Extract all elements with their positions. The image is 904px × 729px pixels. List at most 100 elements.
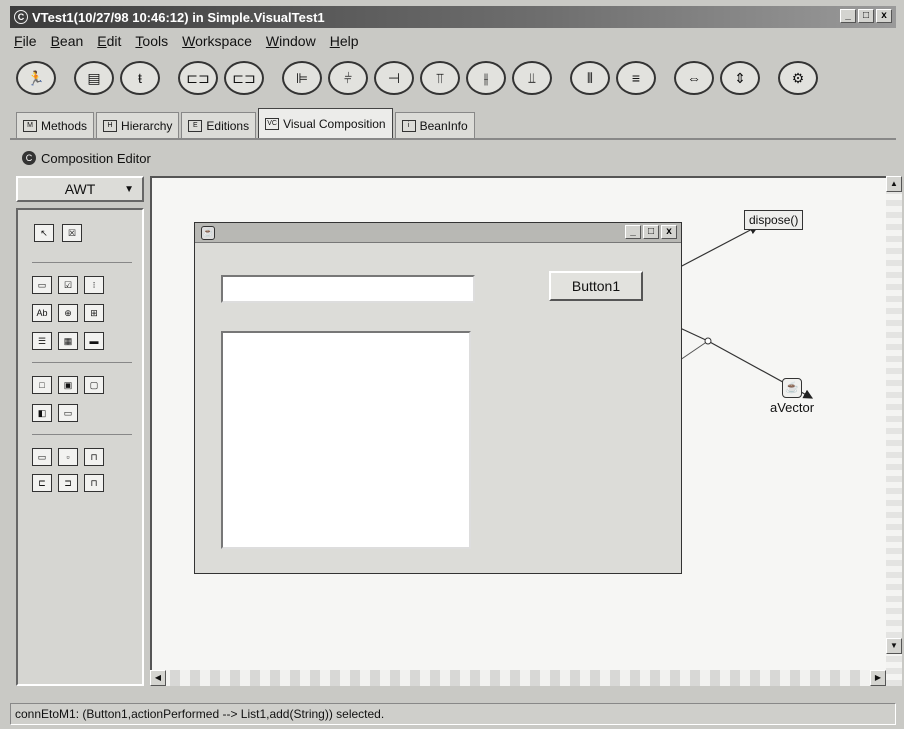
class-icon: C: [22, 151, 36, 165]
dialog-bean-icon[interactable]: ▢: [84, 376, 104, 394]
menu-file[interactable]: File: [14, 33, 37, 49]
checkbox-group-bean-icon[interactable]: ⁝: [84, 276, 104, 294]
composition-editor-header: C Composition Editor: [22, 148, 151, 168]
tab-label: Editions: [206, 118, 250, 133]
composition-editor-label: Composition Editor: [41, 150, 151, 166]
checkbox-menu-item-bean-icon[interactable]: ⊐: [58, 474, 78, 492]
close-button[interactable]: x: [876, 9, 892, 23]
menubar-bean-icon[interactable]: ▭: [32, 448, 52, 466]
scroll-down-icon[interactable]: ▼: [886, 638, 902, 654]
button-bean-icon[interactable]: ▭: [32, 276, 52, 294]
palette-divider: [32, 262, 132, 263]
title-bar: C VTest1(10/27/98 10:46:12) in Simple.Vi…: [10, 6, 896, 28]
distribute-vertical-icon[interactable]: ≡: [616, 61, 656, 95]
menu-separator-bean-icon[interactable]: ⊓: [84, 474, 104, 492]
horizontal-scrollbar[interactable]: ◀ ▶: [150, 670, 886, 686]
tab-label: BeanInfo: [419, 118, 468, 133]
scroll-up-icon[interactable]: ▲: [886, 176, 902, 192]
editions-icon: E: [188, 119, 203, 132]
hierarchy-icon[interactable]: ŧ: [120, 61, 160, 95]
minimize-button[interactable]: _: [840, 9, 856, 23]
menu-tools[interactable]: Tools: [135, 33, 168, 49]
tab-label: Visual Composition: [283, 116, 386, 131]
status-bar: connEtoM1: (Button1,actionPerformed --> …: [10, 703, 896, 725]
align-center-icon[interactable]: ⫩: [328, 61, 368, 95]
menu-help[interactable]: Help: [330, 33, 359, 49]
tab-editions[interactable]: E Editions: [181, 112, 257, 138]
menu-bean-icon[interactable]: ▫: [58, 448, 78, 466]
link2-icon[interactable]: ⊏⊐: [224, 61, 264, 95]
tab-divider: [10, 138, 896, 140]
vertical-scrollbar[interactable]: ▲ ▼: [886, 176, 902, 686]
menu-window[interactable]: Window: [266, 33, 316, 49]
text-field-bean[interactable]: [221, 275, 475, 303]
palette-divider: [32, 434, 132, 435]
textarea-bean-icon[interactable]: ▦: [58, 332, 78, 350]
palette-divider: [32, 362, 132, 363]
run-icon[interactable]: 🏃: [16, 61, 56, 95]
dispose-method-bean[interactable]: dispose(): [744, 210, 804, 230]
frame-maximize-button[interactable]: □: [643, 225, 659, 239]
align-left-icon[interactable]: ⊫: [282, 61, 322, 95]
vector-bean-icon: ☕: [782, 378, 803, 398]
frame-icon: ☕: [201, 226, 215, 240]
toolbar: 🏃 ▤ ŧ ⊏⊐ ⊏⊐ ⊫ ⫩ ⊣ ⫪ ⫲ ⫫ ⫴ ≡ ⇔ ⇕ ⚙: [10, 56, 896, 100]
scrollbar-bean-icon[interactable]: ⊕: [58, 304, 78, 322]
filedialog-bean-icon[interactable]: ◧: [32, 404, 52, 422]
tab-label: Hierarchy: [121, 118, 173, 133]
beaninfo-icon: i: [401, 119, 416, 132]
panel-bean-icon[interactable]: ⊞: [84, 304, 104, 322]
app-icon: C: [14, 10, 28, 24]
menu-item-bean-icon[interactable]: ⊏: [32, 474, 52, 492]
tab-hierarchy[interactable]: H Hierarchy: [96, 112, 180, 138]
list-bean[interactable]: [221, 331, 471, 549]
frame-close-button[interactable]: x: [661, 225, 677, 239]
selection-arrow-icon[interactable]: ↖: [34, 224, 54, 242]
checkbox-bean-icon[interactable]: ☑: [58, 276, 78, 294]
align-right-icon[interactable]: ⊣: [374, 61, 414, 95]
menu-edit[interactable]: Edit: [97, 33, 121, 49]
distribute-horizontal-icon[interactable]: ⫴: [570, 61, 610, 95]
button1-bean[interactable]: Button1: [549, 271, 643, 301]
choose-bean-icon[interactable]: ☒: [62, 224, 82, 242]
frame-bean-icon[interactable]: □: [32, 376, 52, 394]
choice-bean-icon[interactable]: ▬: [84, 332, 104, 350]
settings-icon[interactable]: ⚙: [778, 61, 818, 95]
label-bean-icon[interactable]: Ab: [32, 304, 52, 322]
scroll-right-icon[interactable]: ▶: [870, 670, 886, 686]
align-bottom-icon[interactable]: ⫫: [512, 61, 552, 95]
tab-methods[interactable]: M Methods: [16, 112, 95, 138]
tab-beaninfo[interactable]: i BeanInfo: [394, 112, 475, 138]
match-width-icon[interactable]: ⇔: [674, 61, 714, 95]
connection-line[interactable]: [677, 225, 760, 269]
frame-bean[interactable]: ☕ _ □ x Button1: [194, 222, 682, 574]
avector-bean[interactable]: ☕ aVector: [770, 378, 814, 415]
methods-icon: M: [23, 119, 37, 132]
palette-category-select[interactable]: AWT ▼: [16, 176, 144, 202]
popup-menu-bean-icon[interactable]: ⊓: [84, 448, 104, 466]
list-bean-icon[interactable]: ☰: [32, 332, 52, 350]
match-height-icon[interactable]: ⇕: [720, 61, 760, 95]
link-icon[interactable]: ⊏⊐: [178, 61, 218, 95]
visual-composition-icon: VC: [265, 117, 280, 130]
hierarchy-icon: H: [103, 119, 118, 132]
chevron-down-icon: ▼: [124, 183, 134, 195]
align-top-icon[interactable]: ⫪: [420, 61, 460, 95]
composition-canvas[interactable]: ☕ _ □ x Button1 dispose() ☕ aVector: [150, 176, 888, 686]
frame-minimize-button[interactable]: _: [625, 225, 641, 239]
avector-label: aVector: [770, 400, 815, 415]
tab-visual-composition[interactable]: VC Visual Composition: [258, 108, 393, 138]
align-middle-icon[interactable]: ⫲: [466, 61, 506, 95]
list-icon[interactable]: ▤: [74, 61, 114, 95]
menu-bean[interactable]: Bean: [51, 33, 84, 49]
tab-bar: M Methods H Hierarchy E Editions VC Visu…: [16, 108, 477, 138]
tab-label: Methods: [41, 118, 88, 133]
connection-midpoint[interactable]: [704, 337, 712, 345]
menu-bar: File Bean Edit Tools Workspace Window He…: [10, 30, 896, 52]
scroll-left-icon[interactable]: ◀: [150, 670, 166, 686]
window-bean-icon[interactable]: ▣: [58, 376, 78, 394]
menu-workspace[interactable]: Workspace: [182, 33, 252, 49]
canvas-bean-icon[interactable]: ▭: [58, 404, 78, 422]
maximize-button[interactable]: □: [858, 9, 874, 23]
component-palette: ↖ ☒ ▭ ☑ ⁝ Ab ⊕ ⊞ ☰ ▦ ▬ □ ▣ ▢ ◧ ▭ ▭ ▫ ⊓ ⊏…: [16, 208, 144, 686]
